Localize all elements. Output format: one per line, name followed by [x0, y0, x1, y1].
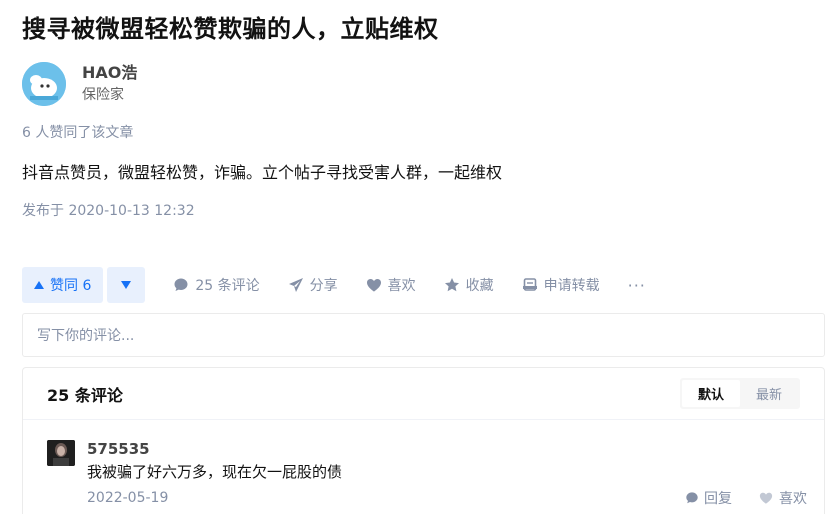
author-card: HAO浩 保险家	[22, 62, 137, 106]
comment-icon	[174, 278, 188, 291]
comments-button[interactable]: 25 条评论	[173, 275, 260, 295]
downvote-button[interactable]	[107, 267, 146, 303]
sort-latest-button[interactable]: 最新	[740, 380, 798, 407]
comment-input[interactable]: 写下你的评论...	[22, 313, 825, 357]
comment-item: 575535 我被骗了好六万多，现在欠一屁股的债 2022-05-19 回复 喜…	[47, 440, 807, 508]
repost-icon	[522, 278, 537, 291]
collect-label: 收藏	[465, 278, 494, 294]
comment-like-label: 喜欢	[779, 491, 807, 507]
upvote-label: 赞同 6	[50, 278, 92, 294]
comment-text: 我被骗了好六万多，现在欠一屁股的债	[87, 463, 343, 481]
heart-icon	[759, 492, 773, 504]
collect-button[interactable]: 收藏	[444, 275, 494, 295]
author-bio: 保险家	[82, 87, 124, 103]
upvote-icon	[34, 281, 44, 289]
author-name[interactable]: HAO浩	[82, 63, 137, 83]
reply-icon	[686, 492, 698, 504]
comments-label: 25 条评论	[195, 278, 260, 294]
action-bar: 赞同 6 25 条评论 分享 喜欢 收藏 申请转载 ···	[22, 267, 646, 303]
reply-label: 回复	[704, 491, 732, 507]
comment-input-placeholder: 写下你的评论...	[37, 328, 135, 344]
like-label: 喜欢	[387, 278, 416, 294]
upvote-button[interactable]: 赞同 6	[22, 267, 104, 303]
article-content: 抖音点赞员，微盟轻松赞，诈骗。立个帖子寻找受害人群，一起维权	[22, 163, 503, 182]
avatar-image-icon	[22, 62, 66, 106]
comments-header: 25 条评论 默认 最新	[23, 368, 824, 420]
commenter-avatar[interactable]	[47, 440, 75, 466]
downvote-icon	[121, 281, 132, 289]
comment-date: 2022-05-19	[87, 490, 169, 506]
commenter-name[interactable]: 575535	[87, 440, 807, 458]
commenter-avatar-image-icon	[47, 440, 75, 466]
repost-label: 申请转载	[543, 278, 600, 294]
share-icon	[288, 278, 303, 292]
likes-summary[interactable]: 6 人赞同了该文章	[22, 122, 133, 142]
comments-count: 25 条评论	[47, 385, 123, 405]
like-button[interactable]: 喜欢	[366, 275, 416, 295]
sort-default-button[interactable]: 默认	[681, 380, 740, 407]
star-icon	[444, 278, 459, 292]
comment-like-button[interactable]: 喜欢	[758, 488, 807, 508]
comments-panel: 25 条评论 默认 最新 575535 我被骗了好六万多，现在欠一屁股的债 20…	[22, 367, 825, 514]
share-label: 分享	[309, 278, 338, 294]
more-icon[interactable]: ···	[628, 276, 646, 295]
sort-switch: 默认 最新	[679, 378, 800, 409]
author-avatar[interactable]	[22, 62, 66, 106]
repost-button[interactable]: 申请转载	[522, 275, 600, 295]
share-button[interactable]: 分享	[288, 275, 338, 295]
article-title: 搜寻被微盟轻松赞欺骗的人，立贴维权	[22, 15, 439, 43]
publish-time: 发布于 2020-10-13 12:32	[22, 203, 195, 219]
heart-icon	[366, 279, 381, 292]
reply-button[interactable]: 回复	[685, 488, 732, 508]
